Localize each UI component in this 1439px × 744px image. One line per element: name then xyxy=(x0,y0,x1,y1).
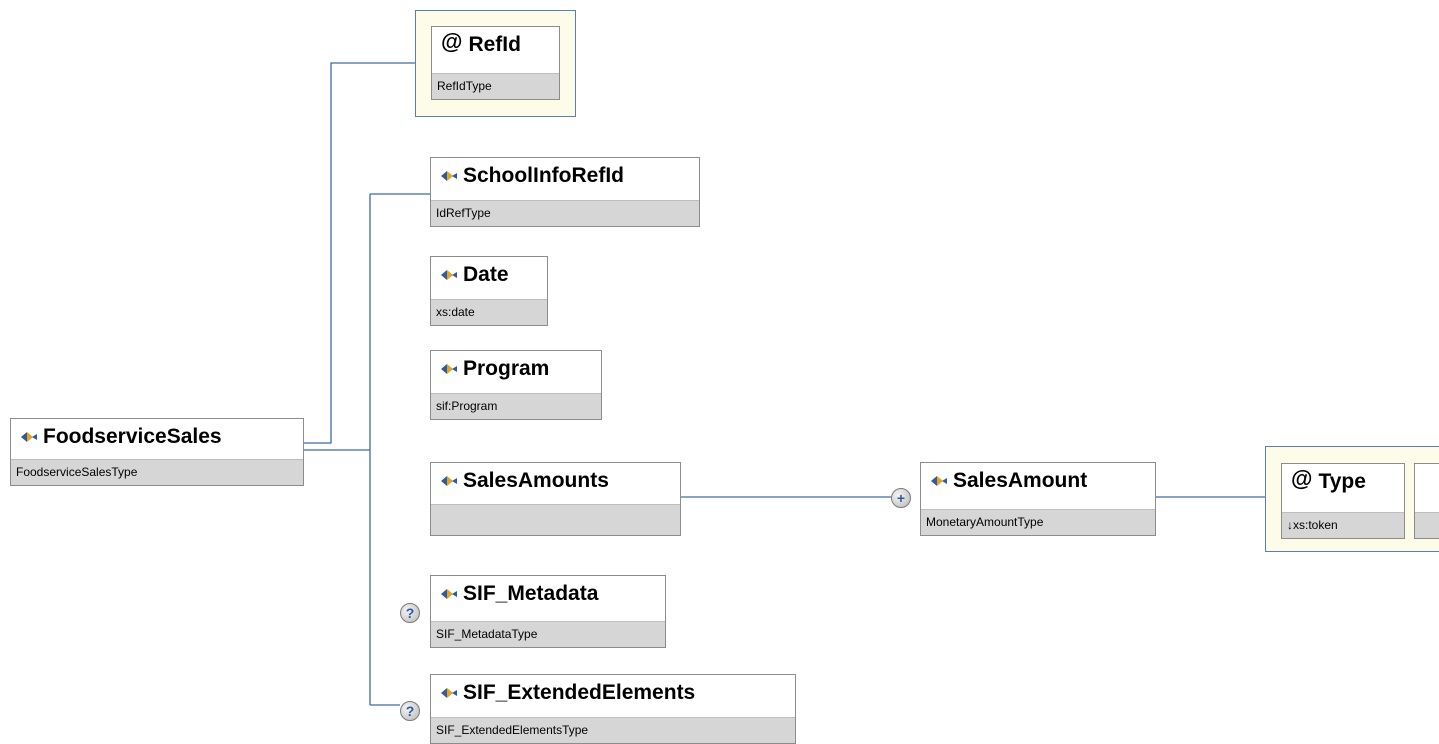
element-type: xs:date xyxy=(431,299,547,325)
element-diamond-icon xyxy=(441,589,457,599)
element-type: SIF_MetadataType xyxy=(431,621,665,647)
element-type: SIF_ExtendedElementsType xyxy=(431,717,795,743)
element-sif-metadata[interactable]: SIF_Metadata SIF_MetadataType xyxy=(430,575,666,648)
element-name: SIF_ExtendedElements xyxy=(463,681,696,704)
element-type: MonetaryAmountType xyxy=(921,509,1155,535)
element-name: Program xyxy=(463,357,550,380)
attribute-next-partial[interactable] xyxy=(1414,463,1439,539)
element-name: SchoolInfoRefId xyxy=(463,164,624,187)
element-diamond-icon xyxy=(21,432,37,442)
attribute-type-partial xyxy=(1415,512,1439,538)
connector-lines xyxy=(303,62,1265,706)
root-element-foodservicesales[interactable]: FoodserviceSales FoodserviceSalesType xyxy=(10,418,304,486)
element-name: Date xyxy=(463,263,509,286)
element-sif-extendedelements[interactable]: SIF_ExtendedElements SIF_ExtendedElement… xyxy=(430,674,796,744)
attribute-type-value: ↓xs:token xyxy=(1282,512,1404,538)
attribute-refid[interactable]: @ RefId RefIdType xyxy=(431,26,560,100)
element-diamond-icon xyxy=(441,476,457,486)
element-date[interactable]: Date xs:date xyxy=(430,256,548,326)
element-name: SalesAmounts xyxy=(463,469,609,492)
element-diamond-icon xyxy=(441,688,457,698)
element-diamond-icon xyxy=(441,171,457,181)
expand-plus-icon[interactable]: + xyxy=(891,488,911,508)
attribute-type: RefIdType xyxy=(432,73,559,99)
attribute-name: Type xyxy=(1318,470,1366,493)
element-name: SIF_Metadata xyxy=(463,582,599,605)
element-name: FoodserviceSales xyxy=(43,425,222,448)
at-sign-icon: @ xyxy=(1291,466,1313,491)
element-program[interactable]: Program sif:Program xyxy=(430,350,602,420)
element-salesamounts[interactable]: SalesAmounts xyxy=(430,462,681,536)
element-diamond-icon xyxy=(441,270,457,280)
at-sign-icon: @ xyxy=(441,29,463,54)
element-salesamount[interactable]: SalesAmount MonetaryAmountType xyxy=(920,462,1156,536)
element-type xyxy=(431,504,680,535)
attribute-group-salesamount: @ Type ↓xs:token xyxy=(1265,446,1439,552)
element-schoolinforefid[interactable]: SchoolInfoRefId IdRefType xyxy=(430,157,700,227)
attribute-group-refid: @ RefId RefIdType xyxy=(415,10,576,117)
element-type: IdRefType xyxy=(431,200,699,226)
element-name: SalesAmount xyxy=(953,469,1088,492)
attribute-type[interactable]: @ Type ↓xs:token xyxy=(1281,463,1405,539)
optional-question-icon: ? xyxy=(400,701,420,721)
element-diamond-icon xyxy=(931,476,947,486)
attribute-name: RefId xyxy=(468,33,521,56)
element-diamond-icon xyxy=(441,364,457,374)
optional-question-icon: ? xyxy=(400,603,420,623)
element-type: FoodserviceSalesType xyxy=(11,459,303,485)
element-type: sif:Program xyxy=(431,393,601,419)
